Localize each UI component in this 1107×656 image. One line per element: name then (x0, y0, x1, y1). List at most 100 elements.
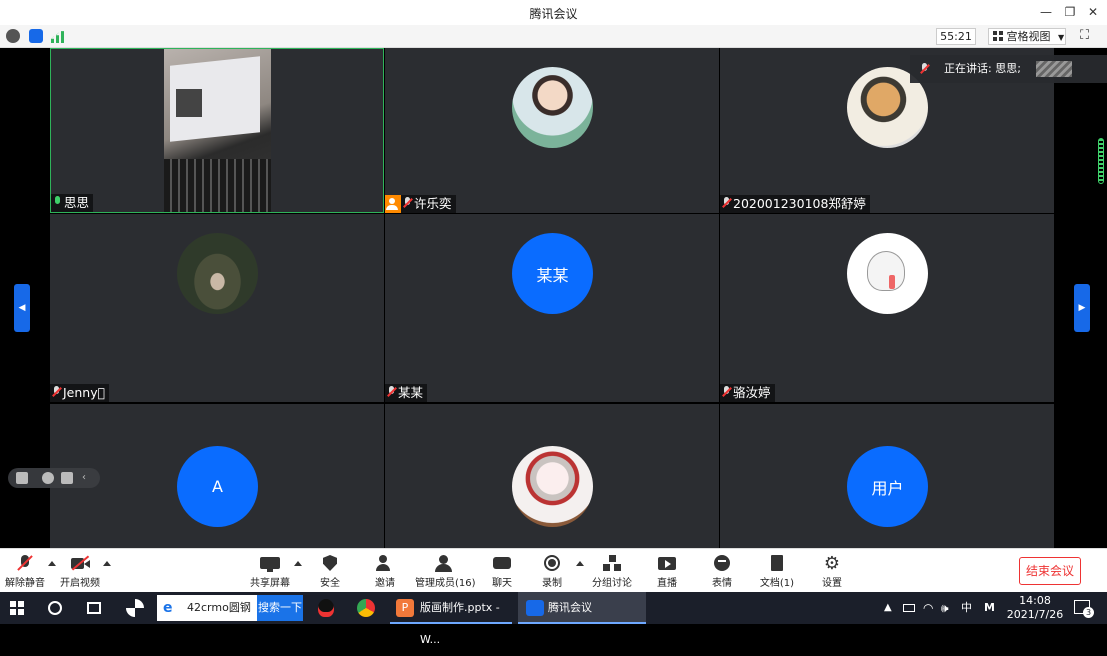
record-icon (542, 555, 562, 572)
tencent-meeting-icon (526, 600, 544, 616)
record-button[interactable]: 录制 (527, 554, 577, 590)
mic-muted-icon (52, 386, 61, 398)
shield-icon[interactable] (29, 29, 43, 43)
reactions-button[interactable]: 表情 (697, 554, 747, 590)
powerpoint-icon: P (396, 599, 414, 617)
mic-muted-icon (920, 63, 932, 75)
taskbar-clock[interactable]: 14:08 2021/7/26 (1004, 594, 1066, 622)
notification-icon[interactable]: 3 (1074, 600, 1094, 618)
chrome-icon[interactable] (357, 599, 375, 617)
video-tile-xuleyi[interactable]: 许乐奕 (385, 48, 719, 213)
avatar: A (177, 446, 258, 527)
chevron-left-icon[interactable]: ‹ (82, 472, 94, 484)
camera-off-icon (70, 555, 90, 572)
app-pinwheel-icon[interactable] (126, 599, 144, 617)
share-screen-button[interactable]: 共享屏幕 (245, 554, 295, 590)
speaking-indicator: 正在讲话: 思思; (910, 55, 1107, 83)
minimize-button[interactable]: — (1036, 3, 1056, 21)
video-tile-moumou[interactable]: 某某 某某 (385, 214, 719, 402)
participant-name-tag: 某某 (385, 384, 428, 402)
share-screen-icon (260, 555, 280, 572)
video-tile-sisi[interactable]: 思思 (50, 48, 384, 213)
breakout-rooms-button[interactable]: 分组讨论 (587, 554, 637, 590)
chat-button[interactable]: 聊天 (477, 554, 527, 590)
participant-name-tag: 许乐奕 (385, 195, 456, 213)
host-icon (385, 195, 401, 213)
emoji-icon[interactable] (42, 472, 54, 484)
taskbar-search-input[interactable]: e 42crmo圆钢 (157, 595, 257, 621)
participant-name-tag: 202001230108郑舒婷 (720, 195, 870, 213)
ie-icon: e (163, 600, 173, 616)
info-icon[interactable] (6, 29, 20, 43)
window-title: 腾讯会议 (529, 7, 578, 21)
live-icon (657, 555, 677, 572)
video-tile-jenny[interactable]: Jenny  (50, 214, 384, 402)
unmute-button[interactable]: 解除静音 (0, 554, 50, 590)
avatar (177, 233, 258, 314)
wifi-icon[interactable]: ◠ (923, 592, 933, 624)
video-grid: 思思 许乐奕 202001230108郑舒婷 Jenny  某某 某某 骆汝婷 … (0, 48, 1107, 548)
next-page-button[interactable]: ▶ (1074, 284, 1090, 332)
video-options-caret[interactable] (103, 561, 111, 566)
avatar: 某某 (512, 233, 593, 314)
layout-icon[interactable] (16, 472, 28, 484)
title-bar: 腾讯会议 — ❐ ✕ (0, 0, 1107, 25)
documents-button[interactable]: 文档(1) (752, 554, 802, 590)
mic-muted-icon (387, 386, 396, 398)
avatar (512, 446, 593, 527)
taskbar-app-powerpoint[interactable]: P 版画制作.pptx - W... (390, 592, 512, 646)
meeting-control-bar: 解除静音 开启视频 共享屏幕 安全 邀请 管理成员(16) 聊天 录制 分组讨论… (0, 548, 1107, 592)
manage-members-button[interactable]: 管理成员(16) (415, 554, 476, 590)
avatar: 用户 (847, 446, 928, 527)
ime-language[interactable]: 中 (961, 592, 972, 624)
floating-toolbar: ‹ (8, 468, 100, 488)
fullscreen-icon[interactable]: ⛶ (1080, 29, 1094, 43)
gear-icon: ⚙ (823, 553, 841, 574)
invite-button[interactable]: 邀请 (360, 554, 410, 590)
speaker-thumb (1036, 61, 1072, 77)
mic-muted-icon (722, 197, 731, 209)
participant-name-tag: 思思 (51, 194, 94, 212)
add-user-icon (375, 555, 395, 572)
emoji-icon (712, 555, 732, 572)
live-button[interactable]: 直播 (642, 554, 692, 590)
mic-muted-icon (403, 197, 412, 209)
view-mode-button[interactable]: 宫格视图 ▼ (988, 28, 1066, 45)
chat-icon[interactable] (61, 472, 73, 484)
search-icon[interactable] (48, 601, 62, 615)
settings-button[interactable]: ⚙ 设置 (807, 554, 857, 590)
show-hidden-icons-chevron[interactable]: ▲ (884, 592, 892, 624)
close-button[interactable]: ✕ (1083, 3, 1103, 21)
video-tile-a[interactable]: A (50, 404, 384, 548)
meeting-timer: 55:21 (936, 28, 976, 45)
video-tile-luoruting[interactable]: 骆汝婷 (720, 214, 1054, 402)
chevron-down-icon: ▼ (1058, 33, 1065, 42)
search-button[interactable]: 搜索一下 (257, 595, 303, 621)
view-mode-label: 宫格视图 (1006, 30, 1051, 43)
volume-icon[interactable]: 🕪 (941, 592, 949, 624)
start-video-button[interactable]: 开启视频 (55, 554, 105, 590)
volume-indicator (1098, 138, 1104, 184)
ime-mode[interactable]: M (984, 592, 995, 624)
security-button[interactable]: 安全 (305, 554, 355, 590)
video-tile-anime[interactable] (385, 404, 719, 548)
grid-icon (993, 31, 1003, 41)
qq-icon[interactable] (318, 599, 334, 617)
task-view-icon[interactable] (87, 602, 101, 614)
share-options-caret[interactable] (294, 561, 302, 566)
notification-count: 3 (1083, 607, 1094, 618)
record-options-caret[interactable] (576, 561, 584, 566)
taskbar-app-tencent-meeting[interactable]: 腾讯会议 (518, 592, 646, 624)
restore-button[interactable]: ❐ (1060, 3, 1080, 21)
video-tile-user[interactable]: 用户 (720, 404, 1054, 548)
start-icon[interactable] (10, 601, 24, 615)
previous-page-button[interactable]: ◀ (14, 284, 30, 332)
end-meeting-button[interactable]: 结束会议 (1019, 557, 1081, 585)
signal-icon[interactable] (51, 31, 65, 43)
participant-name-tag: 骆汝婷 (720, 384, 775, 402)
breakout-icon (602, 555, 622, 572)
mic-muted-icon (722, 386, 731, 398)
battery-icon[interactable] (903, 604, 915, 612)
mic-on-icon (53, 196, 62, 208)
document-icon (767, 555, 787, 572)
